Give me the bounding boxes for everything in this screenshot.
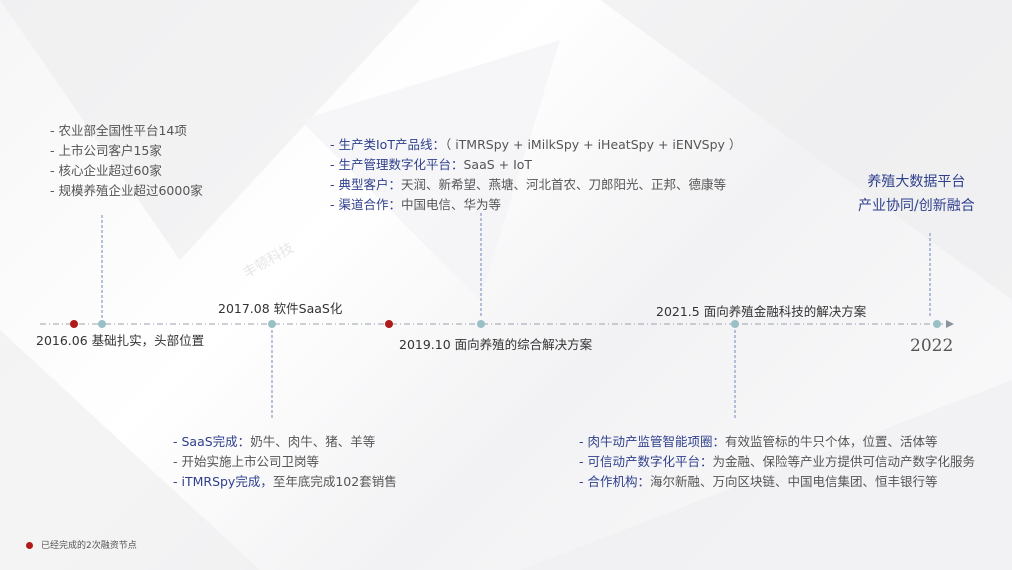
block-2017: - SaaS完成：奶牛、肉牛、猪、羊等 - 开始实施上市公司卫岗等 - iTMR…	[173, 432, 397, 492]
node-2022	[933, 320, 941, 328]
block-2019-line: - 生产管理数字化平台：SaaS + IoT	[330, 157, 533, 172]
financing-node-2019	[385, 320, 393, 328]
block-2019-line: - 生产类IoT产品线：（ iTMRSpy + iMilkSpy + iHeat…	[330, 137, 742, 152]
node-2019	[477, 320, 485, 328]
block-2016-line: - 规模养殖企业超过6000家	[50, 183, 203, 198]
financing-node-2016	[70, 320, 78, 328]
block-2019: - 生产类IoT产品线：（ iTMRSpy + iMilkSpy + iHeat…	[330, 135, 741, 215]
timeline-arrow	[946, 320, 954, 328]
node-2016	[98, 320, 106, 328]
block-2017-line: - iTMRSpy完成，至年底完成102套销售	[173, 474, 397, 489]
block-2019-line: - 典型客户：天润、新希望、燕塘、河北首农、刀郎阳光、正邦、德康等	[330, 177, 726, 192]
milestone-date-2021: 2021.5 面向养殖金融科技的解决方案	[656, 304, 867, 319]
block-2017-line: - 开始实施上市公司卫岗等	[173, 454, 319, 469]
block-2016-line: - 核心企业超过60家	[50, 163, 162, 178]
block-2017-line: - SaaS完成：奶牛、肉牛、猪、羊等	[173, 434, 376, 449]
block-2021-line: - 肉牛动产监管智能项圈：有效监管标的牛只个体，位置、活体等	[579, 434, 938, 449]
goal-2022: 养殖大数据平台 产业协同/创新融合	[858, 170, 975, 218]
goal-2022-line2: 产业协同/创新融合	[858, 198, 975, 214]
block-2021: - 肉牛动产监管智能项圈：有效监管标的牛只个体，位置、活体等 - 可信动产数字化…	[579, 432, 975, 492]
legend-financing-dot-icon	[26, 542, 33, 549]
block-2021-line: - 合作机构：海尔新融、万向区块链、中国电信集团、恒丰银行等	[579, 474, 938, 489]
block-2021-line: - 可信动产数字化平台：为金融、保险等产业方提供可信动产数字化服务	[579, 454, 975, 469]
node-2017	[268, 320, 276, 328]
legend-text: 已经完成的2次融资节点	[41, 541, 137, 551]
milestone-date-2019: 2019.10 面向养殖的综合解决方案	[399, 337, 593, 352]
block-2016-line: - 农业部全国性平台14项	[50, 123, 187, 138]
block-2016-line: - 上市公司客户15家	[50, 143, 162, 158]
node-2021	[731, 320, 739, 328]
block-2019-line: - 渠道合作：中国电信、华为等	[330, 197, 501, 212]
block-2016: - 农业部全国性平台14项 - 上市公司客户15家 - 核心企业超过60家 - …	[50, 121, 203, 201]
milestone-date-2016: 2016.06 基础扎实，头部位置	[36, 333, 205, 348]
milestone-date-2017: 2017.08 软件SaaS化	[218, 301, 343, 316]
milestone-year-2022: 2022	[910, 336, 954, 356]
goal-2022-line1: 养殖大数据平台	[867, 174, 966, 190]
legend: 已经完成的2次融资节点	[26, 538, 137, 551]
